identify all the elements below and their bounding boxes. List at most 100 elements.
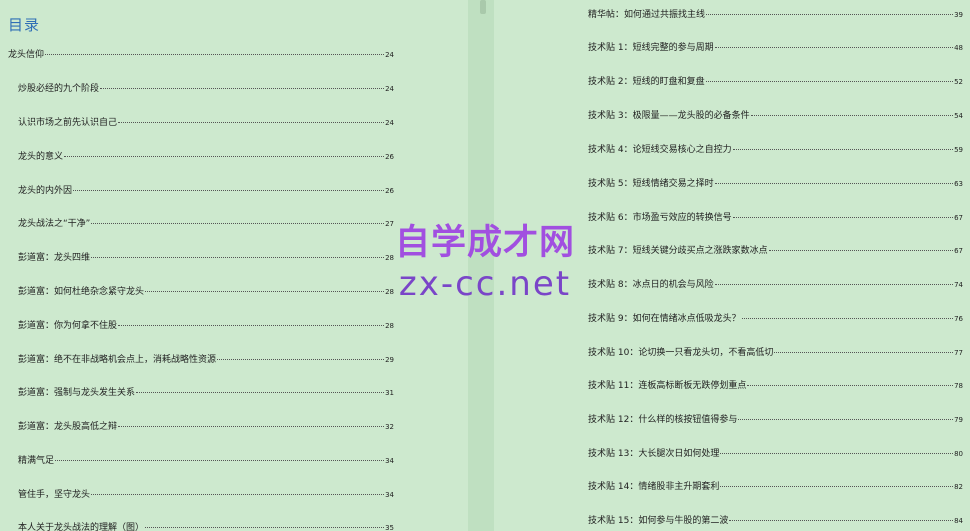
toc-entry-title: 技术贴 9：如何在情绪冰点低吸龙头？ [588,314,741,324]
toc-entry[interactable]: 技术贴 11：连板高标断板无跌停划重点 78 [588,378,963,392]
toc-dot-leader [729,520,954,521]
toc-dot-leader [91,494,385,495]
toc-entry[interactable]: 技术贴 13：大长腿次日如何处理 80 [588,446,963,460]
toc-dot-leader [217,359,385,360]
toc-dot-leader [720,486,954,487]
toc-entry[interactable]: 精满气足 34 [18,453,394,467]
toc-entry-title: 彭道富：绝不在非战略机会点上，消耗战略性资源 [18,355,217,365]
toc-entry-title: 龙头战法之“干净” [18,219,91,229]
toc-entry[interactable]: 龙头信仰 24 [8,47,394,61]
toc-dot-leader [774,352,954,353]
toc-entry-title: 彭道富：龙头股高低之辩 [18,422,118,432]
toc-entry[interactable]: 彭道富：强制与龙头发生关系 31 [18,385,394,399]
toc-entry-title: 彭道富：龙头四维 [18,253,91,263]
toc-entry[interactable]: 彭道富：如何杜绝杂念紧守龙头 28 [18,284,394,298]
toc-entry[interactable]: 技术贴 3：极限量——龙头股的必备条件 54 [588,108,963,122]
toc-entry-page-number: 24 [385,119,394,127]
toc-entry-page-number: 79 [954,416,963,424]
toc-dot-leader [714,183,954,184]
toc-entry-page-number: 31 [385,389,394,397]
toc-entry-page-number: 26 [385,187,394,195]
toc-heading: 目录 [8,16,41,34]
toc-entry-title: 炒股必经的九个阶段 [18,84,100,94]
toc-dot-leader [714,47,954,48]
toc-dot-leader [55,460,385,461]
toc-entry-title: 技术贴 4：论短线交易核心之自控力 [588,145,732,155]
toc-dot-leader [706,14,954,15]
toc-entry[interactable]: 管住手，坚守龙头 34 [18,487,394,501]
toc-entry-title: 精华帖：如何通过共振找主线 [588,10,706,20]
toc-entry-page-number: 76 [954,315,963,323]
toc-entry[interactable]: 认识市场之前先认识自己 24 [18,115,394,129]
toc-entry[interactable]: 彭道富：龙头四维 28 [18,250,394,264]
toc-entry-page-number: 29 [385,356,394,364]
toc-entry[interactable]: 技术贴 10：论切换一只看龙头切，不看高低切 77 [588,345,963,359]
toc-entry[interactable]: 技术贴 2：短线的盯盘和复盘 52 [588,74,963,88]
toc-dot-leader [118,122,385,123]
toc-entry-page-number: 34 [385,457,394,465]
toc-entry[interactable]: 技术贴 14：情绪股非主升期套利 82 [588,479,963,493]
toc-entry[interactable]: 精华帖：如何通过共振找主线 39 [588,7,963,21]
toc-entry[interactable]: 技术贴 8：冰点日的机会与风险 74 [588,277,963,291]
toc-dot-leader [64,156,385,157]
toc-page-left: 目录 龙头信仰 24 炒股必经的九个阶段 24 认识市场之前先认识自己 24 龙头的意义 26… [0,0,468,531]
toc-entry-title: 龙头的意义 [18,152,64,162]
toc-dot-leader [705,81,954,82]
toc-entry-page-number: 84 [954,517,963,525]
toc-entry-title: 彭道富：如何杜绝杂念紧守龙头 [18,287,145,297]
toc-entry-title: 技术贴 3：极限量——龙头股的必备条件 [588,111,750,121]
toc-entry-page-number: 67 [954,247,963,255]
toc-entry[interactable]: 龙头的内外因 26 [18,183,394,197]
toc-entry[interactable]: 技术贴 5：短线情绪交易之择时 63 [588,176,963,190]
toc-dot-leader [118,325,385,326]
toc-entry-title: 技术贴 5：短线情绪交易之择时 [588,179,714,189]
toc-entry[interactable]: 技术贴 6：市场盈亏效应的转换信号 67 [588,210,963,224]
toc-dot-leader [145,527,385,528]
toc-entry-title: 技术贴 8：冰点日的机会与风险 [588,280,714,290]
toc-entry-title: 彭道富：你为何拿不住股 [18,321,118,331]
toc-entry[interactable]: 彭道富：绝不在非战略机会点上，消耗战略性资源 29 [18,352,394,366]
toc-dot-leader [91,223,385,224]
toc-entry-title: 技术贴 12：什么样的核按钮值得参与 [588,415,738,425]
toc-entry-page-number: 59 [954,146,963,154]
toc-entry[interactable]: 龙头的意义 26 [18,149,394,163]
toc-dot-leader [73,190,385,191]
toc-entry[interactable]: 技术贴 7：短线关键分歧买点之涨跌家数冰点 67 [588,243,963,257]
toc-entry[interactable]: 技术贴 12：什么样的核按钮值得参与 79 [588,412,963,426]
toc-entry-page-number: 24 [385,51,394,59]
toc-dot-leader [750,115,954,116]
toc-entry-title: 技术贴 14：情绪股非主升期套利 [588,482,720,492]
scrollbar-thumb[interactable] [480,0,486,14]
toc-entry-page-number: 80 [954,450,963,458]
toc-entry[interactable]: 本人关于龙头战法的理解（图） 35 [18,520,394,531]
toc-entry[interactable]: 技术贴 4：论短线交易核心之自控力 59 [588,142,963,156]
toc-entry-page-number: 35 [385,524,394,531]
toc-entry[interactable]: 技术贴 1：短线完整的参与周期 48 [588,40,963,54]
toc-dot-leader [91,257,385,258]
toc-entry-title: 技术贴 13：大长腿次日如何处理 [588,449,720,459]
toc-entry-title: 龙头的内外因 [18,186,73,196]
toc-entry[interactable]: 炒股必经的九个阶段 24 [18,81,394,95]
toc-entry[interactable]: 技术贴 15：如何参与牛股的第二波 84 [588,513,963,527]
toc-dot-leader [714,284,954,285]
toc-entry-title: 技术贴 1：短线完整的参与周期 [588,43,714,53]
toc-dot-leader [45,54,385,55]
toc-entry[interactable]: 彭道富：龙头股高低之辩 32 [18,419,394,433]
toc-dot-leader [747,385,954,386]
toc-entry-page-number: 27 [385,220,394,228]
toc-entry[interactable]: 彭道富：你为何拿不住股 28 [18,318,394,332]
toc-entry-page-number: 67 [954,214,963,222]
toc-entry[interactable]: 技术贴 9：如何在情绪冰点低吸龙头？ 76 [588,311,963,325]
toc-entry[interactable]: 龙头战法之“干净” 27 [18,216,394,230]
toc-entry-page-number: 34 [385,491,394,499]
toc-entry-page-number: 48 [954,44,963,52]
toc-entry-title: 管住手，坚守龙头 [18,490,91,500]
toc-dot-leader [145,291,385,292]
toc-entry-title: 技术贴 6：市场盈亏效应的转换信号 [588,213,732,223]
toc-entry-title: 本人关于龙头战法的理解（图） [18,523,145,531]
toc-entry-page-number: 63 [954,180,963,188]
toc-entry-page-number: 52 [954,78,963,86]
toc-dot-leader [136,392,385,393]
toc-entry-page-number: 54 [954,112,963,120]
toc-entry-title: 技术贴 10：论切换一只看龙头切，不看高低切 [588,348,774,358]
